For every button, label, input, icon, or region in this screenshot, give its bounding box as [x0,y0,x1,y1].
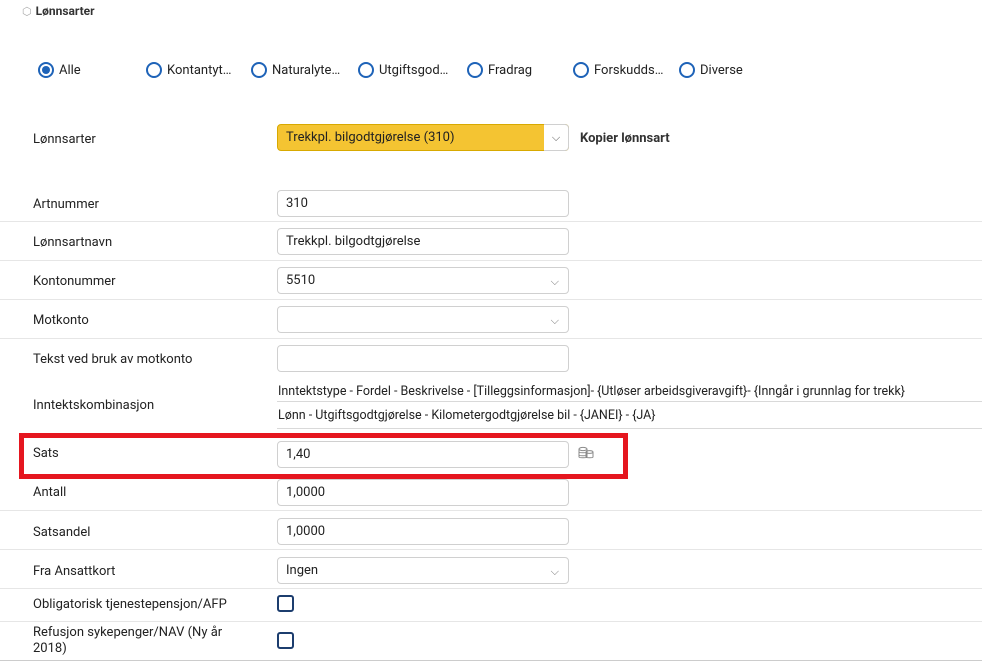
antall-label: Antall [33,485,67,500]
divider [0,660,982,661]
motkonto-label: Motkonto [33,313,89,328]
inntektskombinasjon-label: Inntektskombinasjon [33,398,155,413]
artnummer-value: 310 [286,196,308,211]
refusjon-checkbox[interactable] [277,632,294,649]
divider [0,260,982,261]
tekst-motkonto-label: Tekst ved bruk av motkonto [33,352,193,367]
section-title-text: Lønnsarter [35,4,95,18]
tekst-motkonto-input[interactable] [277,345,569,372]
section-title: ⬡ Lønnsarter [22,4,95,18]
chevron-down-icon[interactable]: ⌵ [544,124,569,151]
inntektskombinasjon-header: Inntektstype - Fordel - Beskrivelse - [T… [278,384,906,399]
otp-label: Obligatorisk tjenestepensjon/AFP [33,597,227,612]
radio-label: Diverse [700,62,743,78]
radio-circle [573,62,589,78]
artnummer-label: Artnummer [33,197,99,212]
radio-circle-selected [38,62,54,78]
kontonummer-label: Kontonummer [33,274,116,289]
divider [0,221,982,222]
radio-kontantytelse[interactable]: Kontantyt… [146,62,231,78]
sats-value: 1,40 [286,447,311,462]
otp-checkbox[interactable] [277,595,294,612]
divider [0,299,982,300]
divider [0,338,982,339]
artnummer-input[interactable]: 310 [277,190,569,217]
fra-ansattkort-select[interactable]: Ingen ⌵ [277,557,569,584]
divider [277,401,982,402]
inntektskombinasjon-value[interactable]: Lønn - Utgiftsgodtgjørelse - Kilometergo… [278,408,656,423]
motkonto-select[interactable]: ⌵ [277,306,569,333]
satsandel-value: 1,0000 [286,524,326,539]
antall-value: 1,0000 [286,485,326,500]
radio-circle [146,62,162,78]
kontonummer-value: 5510 [286,273,316,288]
radio-circle [251,62,267,78]
radio-naturalytelse[interactable]: Naturalyte… [251,62,340,78]
antall-input[interactable]: 1,0000 [277,479,569,506]
radio-label: Utgiftsgod… [379,62,449,78]
fra-ansattkort-label: Fra Ansattkort [33,564,116,579]
radio-label: Kontantyt… [167,62,232,78]
radio-label: Forskudds… [594,62,664,78]
fra-ansattkort-value: Ingen [286,563,319,578]
lonnsartnavn-input[interactable]: Trekkpl. bilgodtgjørelse [277,228,569,255]
satsandel-label: Satsandel [33,525,91,540]
kontonummer-select[interactable]: 5510 ⌵ [277,267,569,294]
radio-label: Fradrag [488,62,533,78]
chevron-down-icon: ⌵ [550,314,559,327]
lonnsarter-select-value: Trekkpl. bilgodtgjørelse (310) [286,130,455,145]
copy-lonnsart-button[interactable]: Kopier lønnsart [580,131,670,146]
radio-alle[interactable]: Alle [38,62,81,78]
hexagon-icon: ⬡ [22,4,32,18]
sats-label: Sats [33,446,59,461]
radio-circle [358,62,374,78]
divider [277,428,982,429]
coins-icon[interactable] [578,446,594,460]
chevron-down-icon: ⌵ [550,275,559,288]
radio-label: Alle [59,62,81,78]
radio-forskudd[interactable]: Forskudds… [573,62,663,78]
satsandel-input[interactable]: 1,0000 [277,518,569,545]
sats-input[interactable]: 1,40 [277,441,569,468]
radio-utgiftsgodtgjorelse[interactable]: Utgiftsgod… [358,62,448,78]
chevron-down-icon: ⌵ [550,565,559,578]
radio-diverse[interactable]: Diverse [679,62,743,78]
divider [0,621,982,622]
divider [0,588,982,589]
radio-fradrag[interactable]: Fradrag [467,62,532,78]
radio-circle [467,62,483,78]
lonnsarter-label: Lønnsarter [33,132,96,147]
lonnsartnavn-label: Lønnsartnavn [33,235,113,250]
refusjon-label: Refusjon sykepenger/NAV (Ny år 2018) [33,625,223,656]
lonnsarter-select[interactable]: Trekkpl. bilgodtgjørelse (310) [277,124,569,151]
radio-label: Naturalyte… [272,62,341,78]
divider [0,549,982,550]
lonnsartnavn-value: Trekkpl. bilgodtgjørelse [286,234,421,249]
radio-circle [679,62,695,78]
divider [0,510,982,511]
